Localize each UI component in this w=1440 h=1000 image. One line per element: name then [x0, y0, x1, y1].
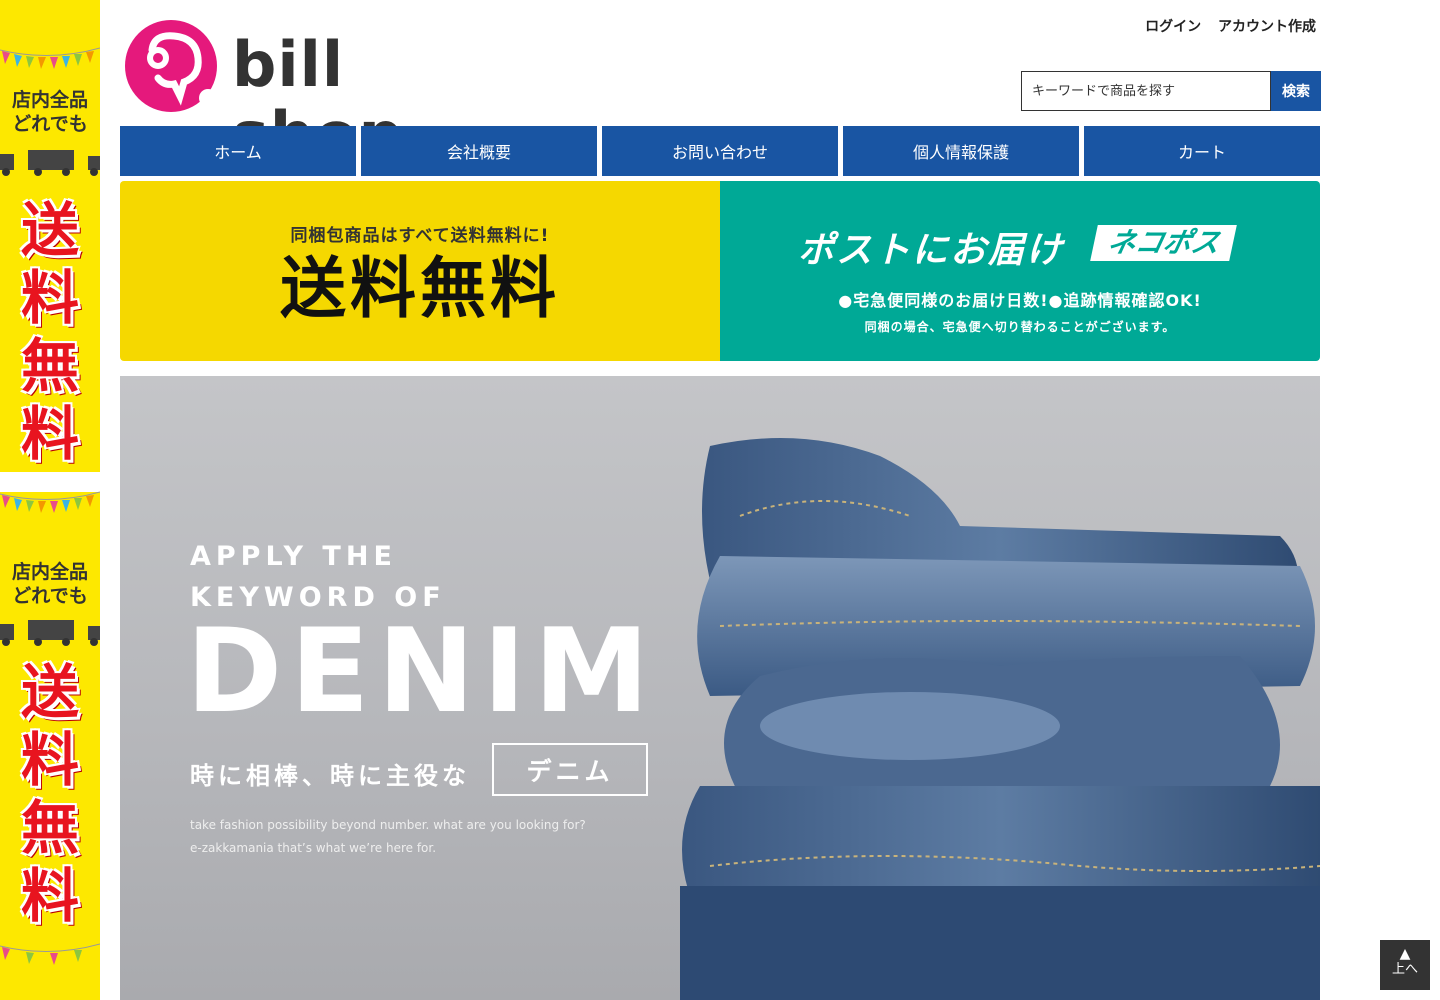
nav-item-cart[interactable]: カート [1084, 126, 1320, 176]
nekopos-features: ●宅急便同様のお届け日数!●追跡情報確認OK! [838, 291, 1202, 310]
hero-denim-box: デニム [492, 743, 648, 796]
main-nav: ホーム 会社概要 お問い合わせ 個人情報保護 カート [120, 126, 1320, 176]
nav-item-home[interactable]: ホーム [120, 126, 356, 176]
folded-jeans-image [680, 438, 1320, 1000]
side-char: 料 [20, 264, 79, 332]
free-shipping-banner[interactable]: 同梱包商品はすべて送料無料に! 送料無料 [120, 181, 720, 361]
up-arrow-icon: ▲ [1399, 946, 1411, 962]
account-links: ログイン アカウント作成 [1133, 16, 1316, 36]
hero-title: DENIM [186, 604, 658, 739]
hero-copy: take fashion possibility beyond number. … [190, 814, 586, 860]
side-free-shipping-chars: 送 料 無 料 [0, 658, 100, 930]
hero-copy-line2: e-zakkamania that’s what we’re here for. [190, 841, 437, 855]
nekopos-title: ポストにお届け [798, 230, 1065, 271]
side-promo-line1: 店内全品 [11, 561, 88, 583]
search-input[interactable] [1021, 71, 1271, 111]
create-account-link[interactable]: アカウント作成 [1218, 19, 1316, 35]
nav-item-privacy[interactable]: 個人情報保護 [843, 126, 1079, 176]
side-promo-line1: 店内全品 [11, 89, 88, 111]
ram-logo-icon [125, 20, 217, 112]
side-promo-banner[interactable]: 店内全品 どれでも 送 料 無 料 店内全品 どれでも 送 料 無 料 [0, 0, 100, 1000]
bunting-decoration [0, 47, 100, 69]
login-link[interactable]: ログイン [1145, 19, 1201, 35]
back-to-top-label: 上へ [1391, 962, 1418, 977]
search-form: 検索 [1021, 71, 1321, 111]
site-logo[interactable]: bill shop [124, 20, 524, 170]
hero-banner[interactable]: APPLY THE KEYWORD OF DENIM 時に相棒、時に主役な デニ… [120, 376, 1320, 1000]
bunting-decoration [0, 491, 100, 513]
side-char: 送 [20, 196, 79, 264]
nekopos-badge: ネコポス [1090, 225, 1238, 261]
nav-item-contact[interactable]: お問い合わせ [602, 126, 838, 176]
side-char: 料 [20, 400, 79, 468]
free-shipping-title: 送料無料 [280, 250, 560, 327]
back-to-top-button[interactable]: ▲ 上へ [1380, 940, 1430, 990]
hero-kicker-line1: APPLY THE [190, 541, 397, 572]
truck-icon [0, 150, 100, 176]
bunting-decoration [0, 943, 100, 965]
hero-copy-line1: take fashion possibility beyond number. … [190, 818, 586, 832]
nekopos-banner[interactable]: ポストにお届け ネコポス ●宅急便同様のお届け日数!●追跡情報確認OK! 同梱の… [720, 181, 1320, 361]
side-char: 料 [20, 862, 79, 930]
hero-tagline: 時に相棒、時に主役な [190, 762, 470, 790]
free-shipping-subtitle: 同梱包商品はすべて送料無料に! [290, 226, 550, 246]
nav-item-company[interactable]: 会社概要 [361, 126, 597, 176]
side-char: 送 [20, 658, 79, 726]
side-promo-line2: どれでも [12, 113, 88, 135]
nekopos-note: 同梱の場合、宅急便へ切り替わることがございます。 [864, 320, 1176, 334]
side-free-shipping-chars: 送 料 無 料 [0, 196, 100, 468]
side-char: 無 [20, 794, 79, 862]
search-button[interactable]: 検索 [1271, 71, 1321, 111]
side-char: 料 [20, 726, 79, 794]
side-char: 無 [20, 332, 79, 400]
truck-icon [0, 620, 100, 646]
side-promo-line2: どれでも [12, 585, 88, 607]
